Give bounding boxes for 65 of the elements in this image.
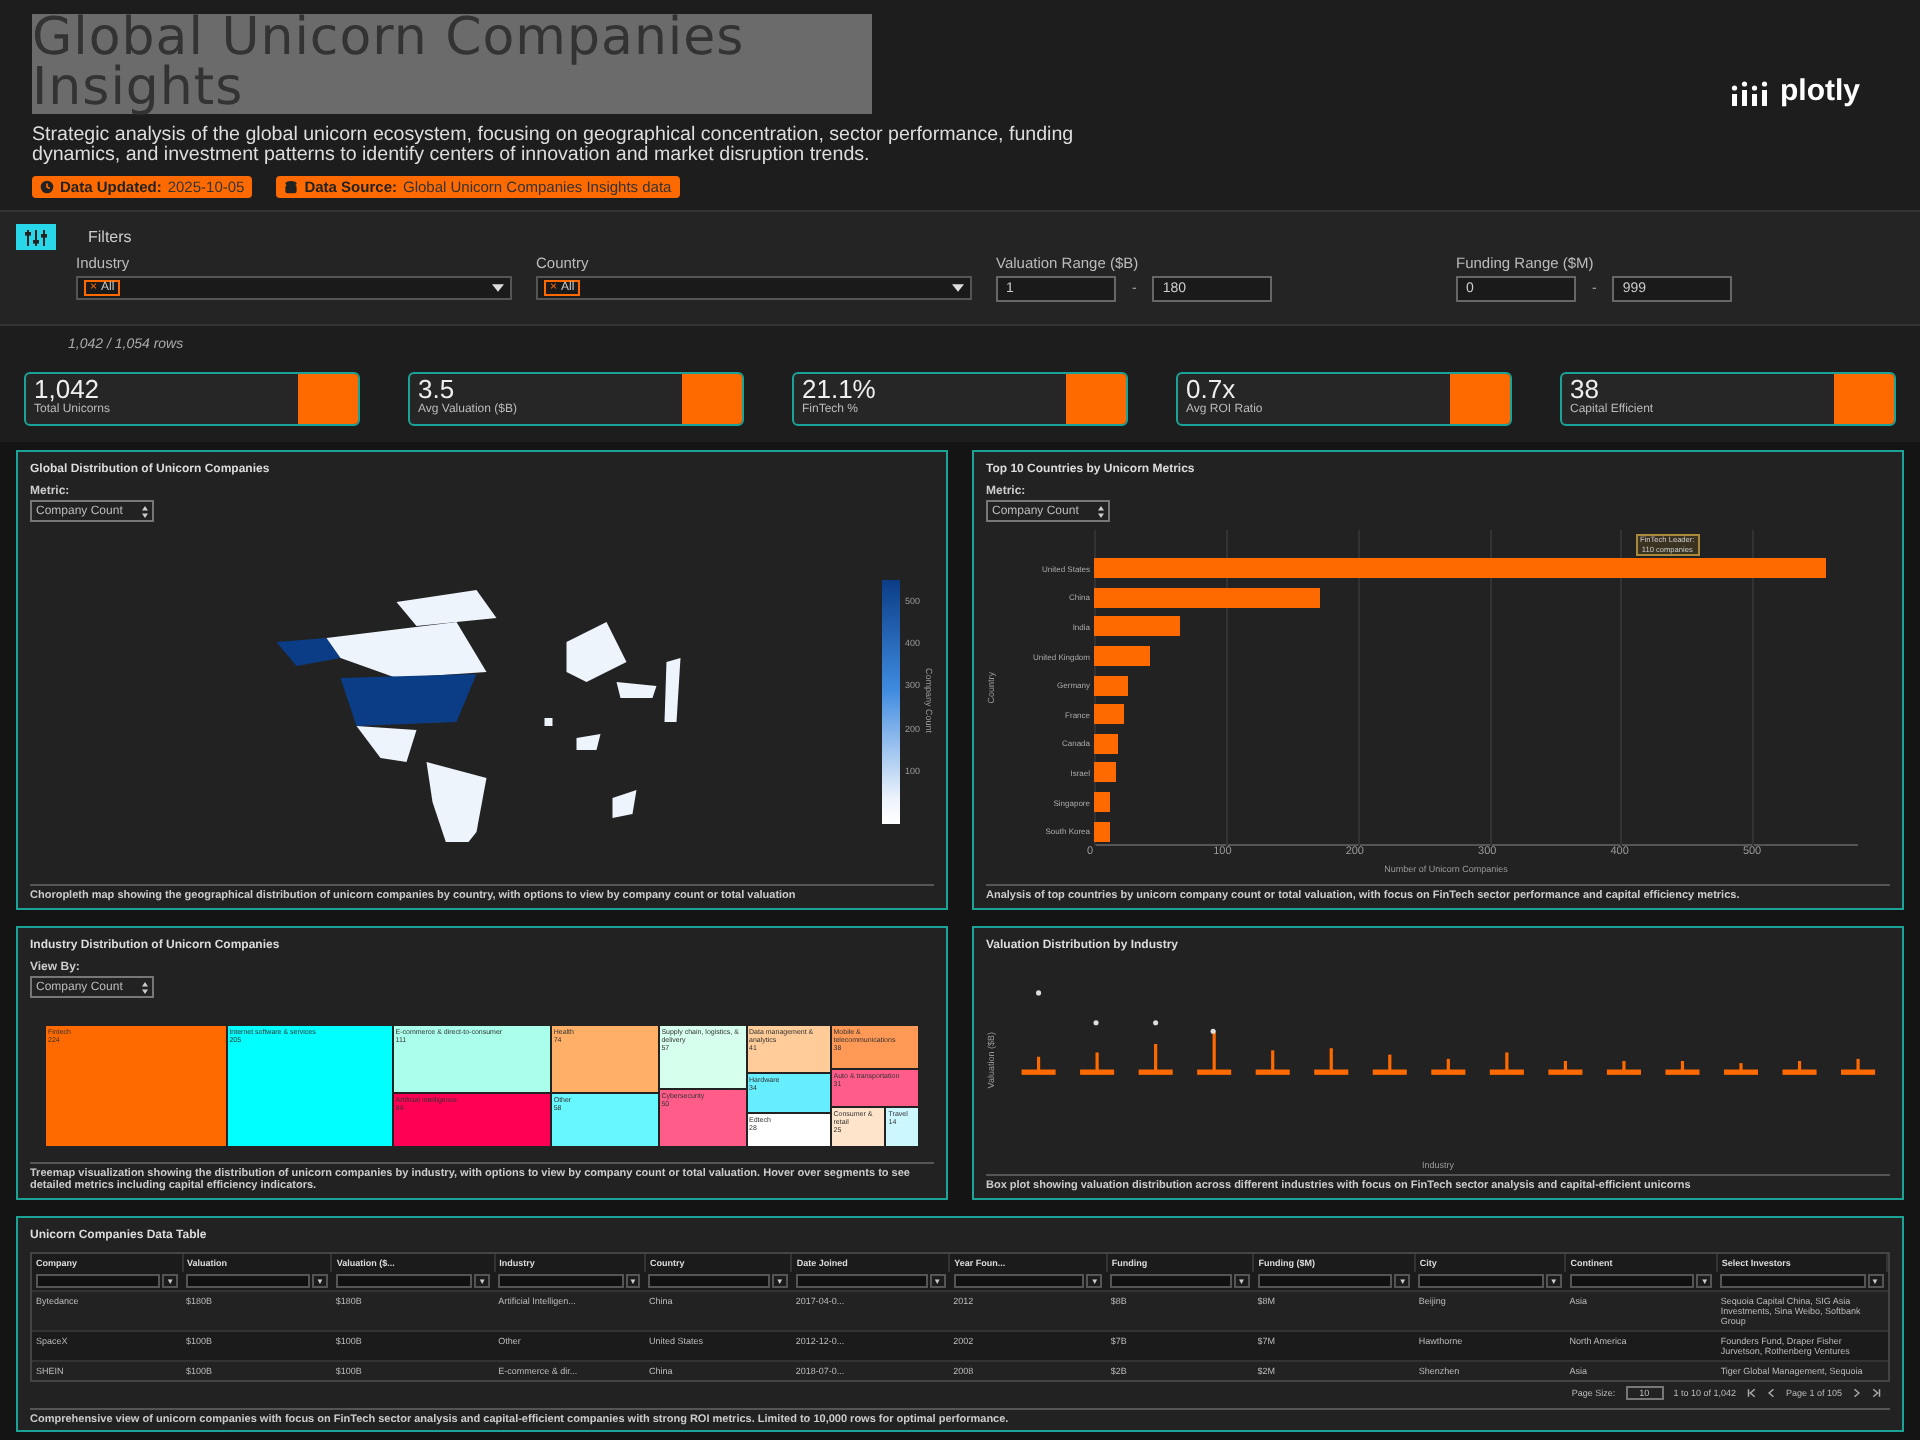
caret-icon: [952, 284, 964, 292]
kpi-accent: [298, 374, 358, 424]
bar: [1094, 646, 1151, 667]
bar: [1094, 821, 1110, 842]
outlier-point: [1036, 990, 1042, 996]
column-filter-field[interactable]: [648, 1274, 770, 1288]
box-plot: [1080, 1052, 1115, 1075]
box-plot: [1841, 1058, 1876, 1075]
box-plot: [1314, 1048, 1349, 1075]
kpi-accent: [682, 374, 742, 424]
first-page-icon[interactable]: [1745, 1388, 1756, 1398]
kpi-value: 21.1%: [802, 376, 876, 404]
column-filter-field[interactable]: [1720, 1274, 1866, 1288]
box-plot: [1489, 1052, 1524, 1075]
kpi-accent: [1450, 374, 1510, 424]
box-plot: [1548, 1061, 1583, 1075]
box-plot: [1606, 1061, 1641, 1075]
bar: [1094, 733, 1118, 754]
kpi-value: 0.7x: [1186, 376, 1236, 404]
caret-icon: [492, 284, 504, 292]
previous-page-icon[interactable]: [1765, 1388, 1776, 1398]
outlier-point: [1210, 1028, 1216, 1034]
column-filter-field[interactable]: [1257, 1274, 1393, 1288]
kpi-accent: [1066, 374, 1126, 424]
database-icon: [284, 179, 299, 193]
last-page-icon[interactable]: [1872, 1388, 1882, 1398]
plotly-logo: plotly: [1730, 74, 1860, 108]
bar: [1094, 704, 1125, 725]
page-description: Strategic analysis of the global unicorn ecosystem, focusing on geographical concentration, sector performance, funding dynamics, and investment patterns to identify centers of innovation and market disruption trends.: [32, 125, 1076, 167]
filters-heading: Filters: [88, 228, 132, 246]
box-plot: [1431, 1058, 1466, 1075]
bar: [1094, 762, 1116, 783]
kpi-value: 3.5: [418, 376, 455, 404]
kpi-accent: [1834, 374, 1894, 424]
column-filter-field[interactable]: [186, 1274, 310, 1288]
box-plot: [1197, 1031, 1232, 1075]
box-plot: [1372, 1054, 1407, 1075]
spinner-icon: [142, 505, 148, 517]
spinner-icon: [142, 981, 148, 993]
outlier-point: [1093, 1020, 1099, 1026]
box-plot: [1138, 1043, 1173, 1075]
column-filter-field[interactable]: [953, 1274, 1085, 1288]
column-filter-field[interactable]: [1569, 1274, 1695, 1288]
box-plot: [1723, 1063, 1759, 1075]
spinner-icon: [1098, 505, 1104, 517]
bar: [1094, 675, 1129, 696]
box-plot: [1782, 1061, 1817, 1075]
box-plot: [1255, 1050, 1290, 1075]
kpi-value: 1,042: [34, 376, 100, 404]
column-filter-field[interactable]: [36, 1274, 161, 1288]
page-title: Global Unicorn Companies Insights: [32, 13, 872, 113]
box-plot: [1021, 1056, 1056, 1075]
next-page-icon[interactable]: [1852, 1388, 1862, 1398]
sliders-icon[interactable]: [16, 224, 56, 250]
column-filter-field[interactable]: [795, 1274, 928, 1288]
logo-icon: [1730, 77, 1770, 105]
column-filter-field[interactable]: [335, 1274, 473, 1288]
bar: [1094, 792, 1110, 813]
outlier-point: [1153, 1020, 1159, 1026]
column-filter-field[interactable]: [498, 1274, 623, 1288]
column-filter-field[interactable]: [1110, 1274, 1232, 1288]
box-plot: [1665, 1061, 1700, 1075]
bar: [1094, 616, 1180, 637]
column-filter-field[interactable]: [1418, 1274, 1544, 1288]
kpi-value: 38: [1570, 376, 1599, 404]
